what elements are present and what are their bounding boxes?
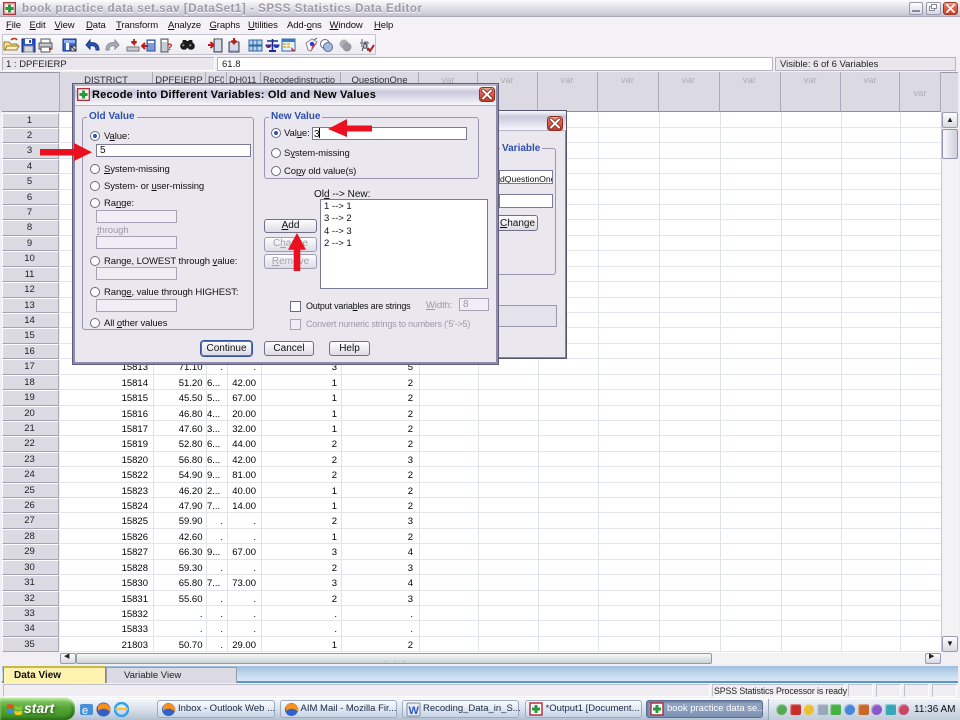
svg-text:W: W — [409, 705, 420, 717]
svg-text:e: e — [82, 705, 88, 717]
svg-text:?: ? — [167, 42, 173, 52]
